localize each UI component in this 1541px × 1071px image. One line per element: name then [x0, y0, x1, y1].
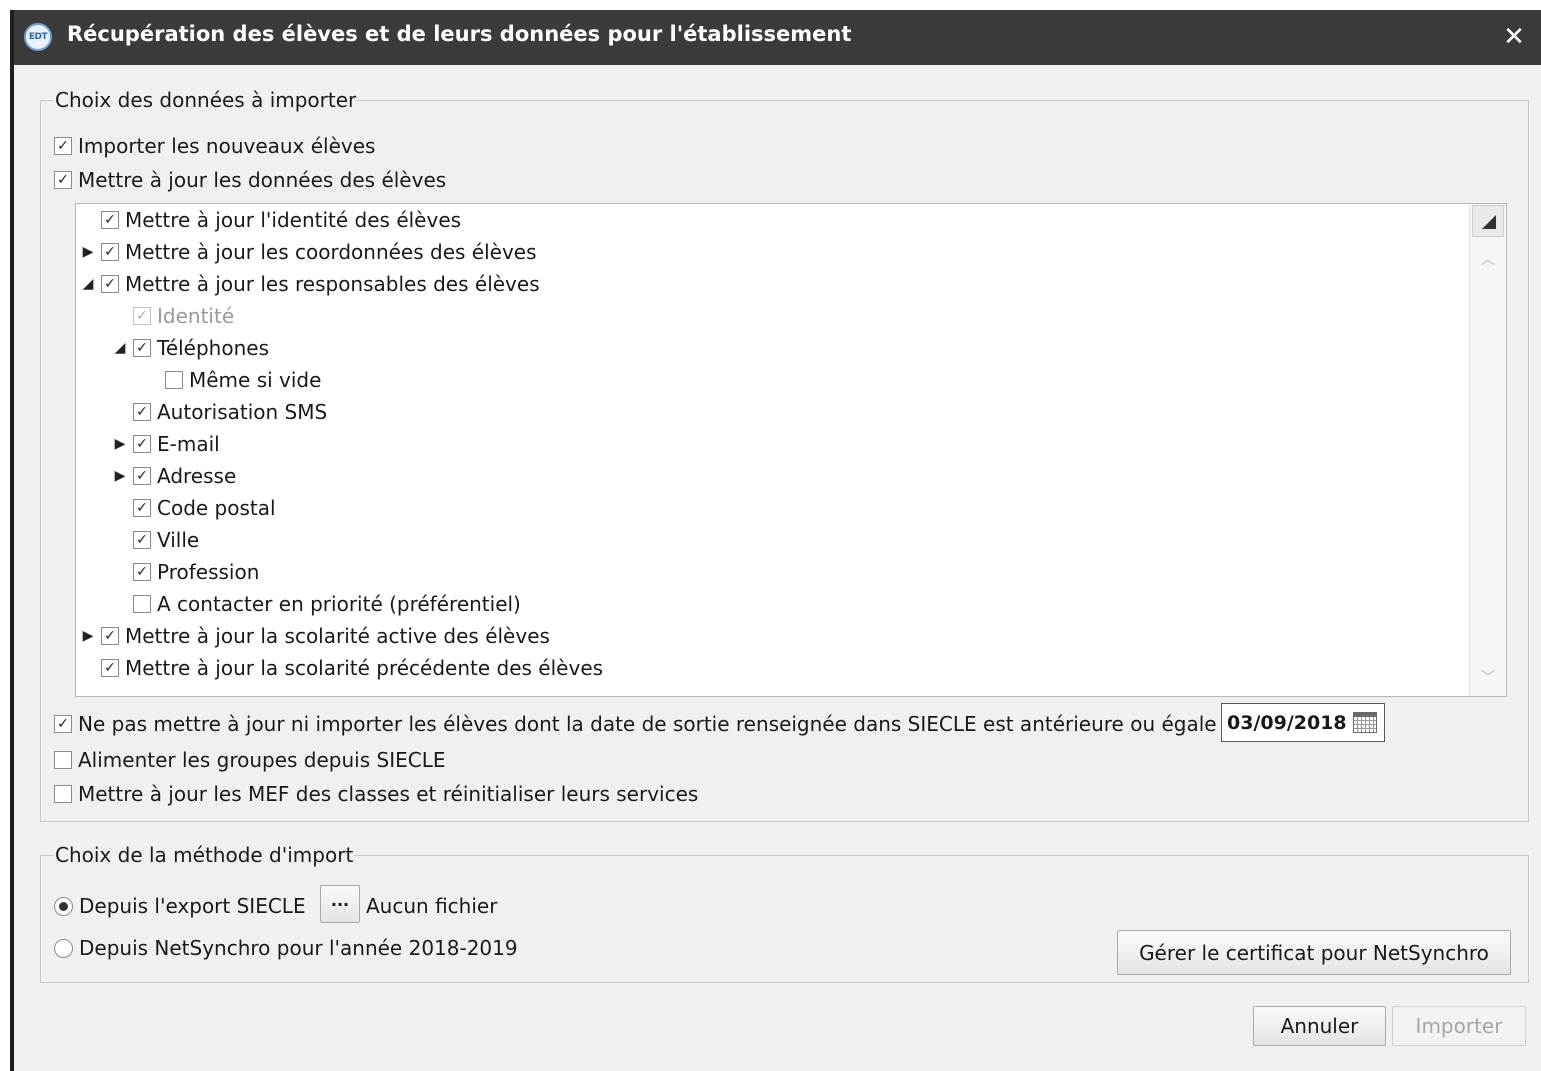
tree-item-label: Mettre à jour les coordonnées des élèves: [125, 240, 537, 264]
data-choice-legend: Choix des données à importer: [54, 88, 358, 112]
tree-item-label: Identité: [157, 304, 235, 328]
tree-expander-email-collapsed-icon[interactable]: ▶: [113, 434, 127, 454]
tree-item-coordonnees[interactable]: ✓ Mettre à jour les coordonnées des élèv…: [101, 238, 537, 266]
from-siecle-label: Depuis l'export SIECLE: [79, 894, 306, 918]
tree-checkbox[interactable]: [165, 371, 183, 389]
tree-checkbox[interactable]: ✓: [133, 339, 151, 357]
tree-item-code-postal[interactable]: ✓ Code postal: [133, 494, 276, 522]
tree-item-label: Mettre à jour l'identité des élèves: [125, 208, 462, 232]
from-netsynchro-option[interactable]: Depuis NetSynchro pour l'année 2018-2019: [54, 934, 518, 962]
tree-item-meme-si-vide[interactable]: Même si vide: [165, 366, 321, 394]
tree-checkbox[interactable]: [133, 595, 151, 613]
tree-item-label: Même si vide: [189, 368, 322, 392]
feed-groups-label: Alimenter les groupes depuis SIECLE: [78, 748, 446, 772]
update-options-tree: ▶ ◢ ◢ ▶ ▶ ▶ ✓ Mettre à jour l'identité d…: [75, 203, 1507, 697]
tree-item-label: Adresse: [157, 464, 237, 488]
tree-item-label: Mettre à jour les responsables des élève…: [125, 272, 540, 296]
tree-scrollbar[interactable]: ︿ ﹀: [1469, 204, 1506, 696]
update-data-checkbox[interactable]: ✓: [54, 171, 72, 189]
tree-checkbox: ✓: [133, 307, 151, 325]
tree-item-contact-priorite[interactable]: A contacter en priorité (préférentiel): [133, 590, 521, 618]
manage-certificate-button[interactable]: Gérer le certificat pour NetSynchro: [1117, 930, 1511, 975]
update-data-option[interactable]: ✓ Mettre à jour les données des élèves: [54, 166, 446, 194]
scroll-resize-icon[interactable]: [1472, 205, 1504, 237]
update-mef-checkbox[interactable]: [54, 785, 72, 803]
dialog-title: Récupération des élèves et de leurs donn…: [67, 22, 852, 46]
title-bar: EDT Récupération des élèves et de leurs …: [14, 10, 1541, 65]
tree-item-identite: ✓ Identité: [133, 302, 234, 330]
tree-item-label: Mettre à jour la scolarité précédente de…: [125, 656, 604, 680]
tree-item-ville[interactable]: ✓ Ville: [133, 526, 199, 554]
import-new-option[interactable]: ✓ Importer les nouveaux élèves: [54, 132, 375, 160]
scroll-down-icon[interactable]: ﹀: [1478, 667, 1498, 687]
radio-selected-dot: [59, 901, 68, 911]
update-mef-label: Mettre à jour les MEF des classes et réi…: [78, 782, 699, 806]
tree-checkbox[interactable]: ✓: [133, 499, 151, 517]
tree-item-label: Profession: [157, 560, 260, 584]
tree-item-label: Téléphones: [157, 336, 269, 360]
browse-file-button[interactable]: ···: [320, 885, 360, 923]
tree-item-responsables[interactable]: ✓ Mettre à jour les responsables des élè…: [101, 270, 540, 298]
import-new-label: Importer les nouveaux élèves: [78, 134, 376, 158]
tree-item-profession[interactable]: ✓ Profession: [133, 558, 259, 586]
tree-item-label: A contacter en priorité (préférentiel): [157, 592, 521, 616]
import-dialog: EDT Récupération des élèves et de leurs …: [10, 10, 1541, 1071]
tree-item-label: Code postal: [157, 496, 276, 520]
import-method-legend: Choix de la méthode d'import: [54, 843, 355, 867]
calendar-icon[interactable]: [1353, 712, 1377, 733]
from-siecle-option[interactable]: Depuis l'export SIECLE: [54, 892, 306, 920]
app-logo-icon: EDT: [24, 23, 52, 51]
tree-item-label: Ville: [157, 528, 200, 552]
tree-item-label: Autorisation SMS: [157, 400, 328, 424]
tree-checkbox[interactable]: ✓: [133, 435, 151, 453]
from-netsynchro-label: Depuis NetSynchro pour l'année 2018-2019: [79, 936, 518, 960]
tree-checkbox[interactable]: ✓: [101, 659, 119, 677]
tree-expander-scolarite-active-collapsed-icon[interactable]: ▶: [81, 626, 95, 646]
update-mef-option[interactable]: Mettre à jour les MEF des classes et réi…: [54, 780, 698, 808]
from-netsynchro-radio[interactable]: [54, 938, 73, 958]
tree-item-autorisation-sms[interactable]: ✓ Autorisation SMS: [133, 398, 327, 426]
exit-date-field[interactable]: 03/09/2018: [1221, 703, 1385, 742]
update-data-label: Mettre à jour les données des élèves: [78, 168, 447, 192]
import-new-checkbox[interactable]: ✓: [54, 137, 72, 155]
tree-checkbox[interactable]: ✓: [101, 243, 119, 261]
tree-expander-coordonnees-collapsed-icon[interactable]: ▶: [81, 242, 95, 262]
tree-item-telephones[interactable]: ✓ Téléphones: [133, 334, 269, 362]
tree-item-adresse[interactable]: ✓ Adresse: [133, 462, 236, 490]
file-status: Aucun fichier: [366, 892, 497, 920]
tree-item-scolarite-active[interactable]: ✓ Mettre à jour la scolarité active des …: [101, 622, 550, 650]
tree-item-identite-eleves[interactable]: ✓ Mettre à jour l'identité des élèves: [101, 206, 461, 234]
tree-checkbox[interactable]: ✓: [133, 467, 151, 485]
exit-date-value: 03/09/2018: [1227, 711, 1347, 734]
skip-exited-label: Ne pas mettre à jour ni importer les élè…: [78, 712, 1248, 736]
tree-checkbox[interactable]: ✓: [101, 627, 119, 645]
feed-groups-option[interactable]: Alimenter les groupes depuis SIECLE: [54, 746, 445, 774]
tree-expander-adresse-collapsed-icon[interactable]: ▶: [113, 466, 127, 486]
tree-checkbox[interactable]: ✓: [101, 211, 119, 229]
skip-exited-checkbox[interactable]: ✓: [54, 715, 72, 733]
cancel-button[interactable]: Annuler: [1253, 1006, 1386, 1046]
tree-expander-responsables-expanded-icon[interactable]: ◢: [81, 274, 95, 294]
tree-item-label: Mettre à jour la scolarité active des él…: [125, 624, 550, 648]
import-button[interactable]: Importer: [1392, 1006, 1526, 1046]
tree-checkbox[interactable]: ✓: [133, 563, 151, 581]
tree-item-email[interactable]: ✓ E-mail: [133, 430, 220, 458]
file-status-text: Aucun fichier: [366, 894, 498, 918]
tree-item-label: E-mail: [157, 432, 220, 456]
scroll-up-icon[interactable]: ︿: [1478, 249, 1498, 269]
tree-checkbox[interactable]: ✓: [133, 531, 151, 549]
skip-exited-option[interactable]: ✓ Ne pas mettre à jour ni importer les é…: [54, 710, 1248, 738]
tree-checkbox[interactable]: ✓: [133, 403, 151, 421]
from-siecle-radio[interactable]: [54, 896, 73, 916]
tree-expander-telephones-expanded-icon[interactable]: ◢: [113, 338, 127, 358]
tree-item-scolarite-precedente[interactable]: ✓ Mettre à jour la scolarité précédente …: [101, 654, 603, 682]
close-button[interactable]: ✕: [1497, 18, 1531, 56]
feed-groups-checkbox[interactable]: [54, 751, 72, 769]
tree-checkbox[interactable]: ✓: [101, 275, 119, 293]
